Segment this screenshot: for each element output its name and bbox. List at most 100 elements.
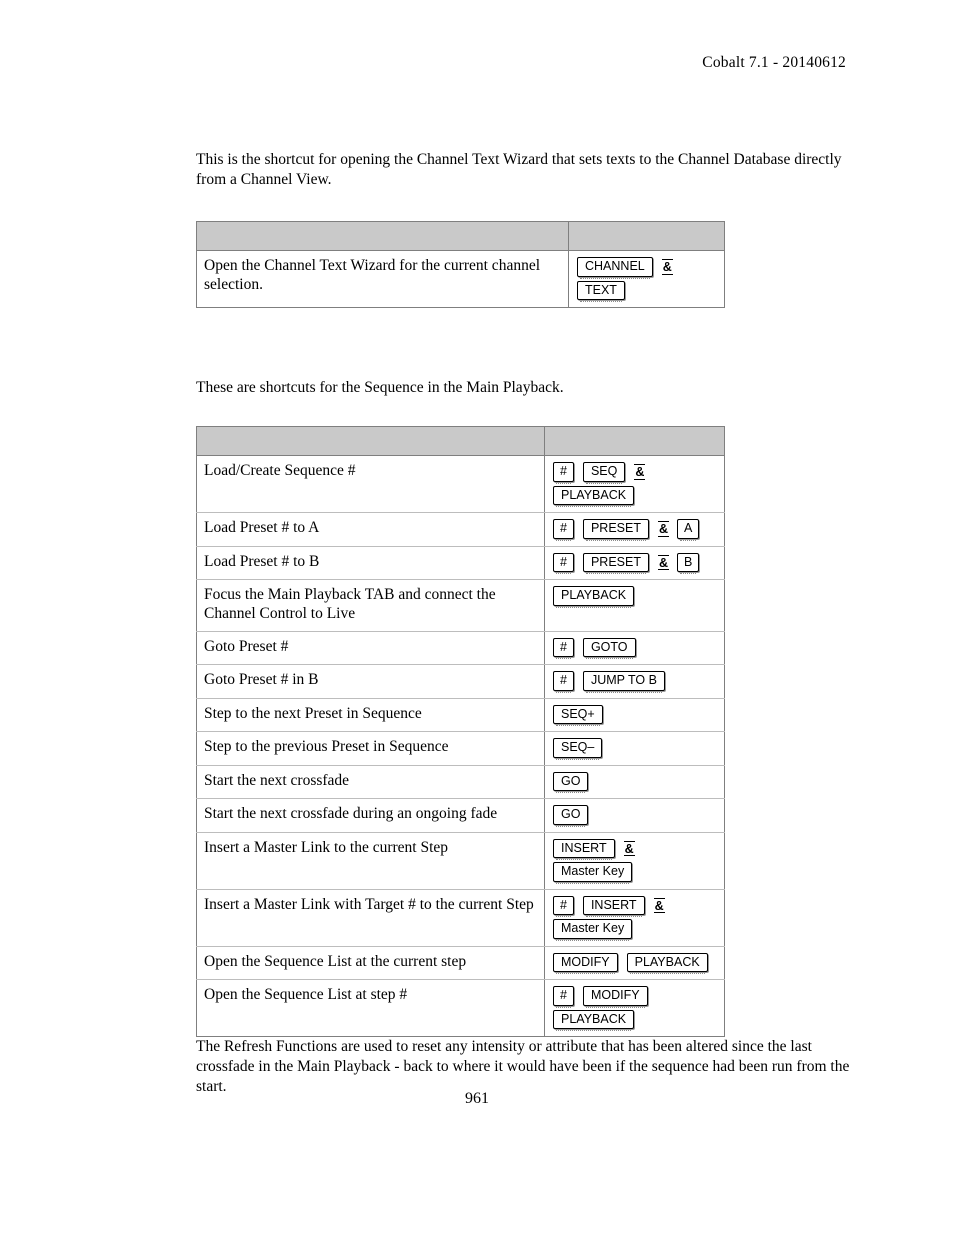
document-page: { "header": { "running_head": "Cobalt 7.…	[0, 0, 954, 1235]
table-row: Insert a Master Link to the current Step…	[196, 832, 725, 890]
table-row: Insert a Master Link with Target # to th…	[196, 889, 725, 947]
table-header-row	[196, 426, 725, 457]
key-combo-line: # INSERT &	[553, 895, 718, 917]
keycap[interactable]: PRESET	[582, 519, 649, 540]
keycap[interactable]: PLAYBACK	[553, 1009, 635, 1031]
keycap[interactable]: TEXT	[577, 280, 625, 302]
keycap[interactable]: SEQ	[582, 462, 626, 483]
table-row: Goto Preset # # GOTO	[196, 631, 725, 666]
keycap[interactable]: MODIFY	[553, 952, 618, 974]
shortcut-description: Focus the Main Playback TAB and connect …	[196, 579, 545, 632]
table-row: Load/Create Sequence # # SEQ & PLAYBACK	[196, 455, 725, 514]
sequence-table-body: Load/Create Sequence # # SEQ & PLAYBACK Load …	[196, 426, 725, 1037]
keycap[interactable]: PLAYBACK	[553, 586, 635, 607]
keycap[interactable]: A	[677, 519, 700, 540]
keycap[interactable]: PLAYBACK	[553, 485, 635, 507]
key-combo-line: TEXT	[577, 280, 718, 302]
table-header-cell	[544, 426, 725, 457]
key-combo-line: GO	[553, 771, 718, 793]
keycap[interactable]: SEQ+	[553, 704, 603, 726]
keycap[interactable]: B	[677, 552, 700, 574]
key-combo-line: # PRESET & B	[553, 552, 718, 574]
key-combo-and[interactable]: &	[634, 464, 646, 480]
shortcut-description: Insert a Master Link to the current Step	[196, 832, 545, 890]
table-header-cell	[196, 426, 545, 457]
key-combo-and[interactable]: &	[661, 259, 673, 275]
keycap[interactable]: SEQ–	[553, 738, 603, 760]
table-row: Start the next crossfade during an ongoi…	[196, 798, 725, 833]
key-combo-line: Master Key	[553, 919, 718, 941]
table-header-cell	[568, 221, 725, 252]
shortcut-description: Open the Sequence List at step #	[196, 979, 545, 1037]
keycap[interactable]: Master Key	[553, 919, 633, 941]
table-row: Load Preset # to B # PRESET & B	[196, 546, 725, 581]
keycap[interactable]: #	[553, 671, 574, 693]
key-combo-line: # GOTO	[553, 637, 718, 659]
keycap[interactable]: GOTO	[582, 637, 636, 659]
key-combo-and[interactable]: &	[653, 897, 665, 914]
keycap[interactable]: INSERT	[582, 895, 645, 917]
shortcut-description: Goto Preset #	[196, 631, 545, 666]
shortcut-keys: MODIFY PLAYBACK	[544, 946, 725, 981]
key-combo-line: CHANNEL &	[577, 257, 718, 279]
shortcut-keys: SEQ+	[544, 698, 725, 733]
keycap[interactable]: MODIFY	[582, 986, 648, 1008]
table-row: Open the Sequence List at the current st…	[196, 946, 725, 981]
shortcut-description: Start the next crossfade during an ongoi…	[196, 798, 545, 833]
keycap[interactable]: Master Key	[553, 862, 633, 884]
shortcut-keys: # SEQ & PLAYBACK	[544, 455, 725, 514]
key-combo-and[interactable]: &	[657, 554, 669, 571]
shortcut-description: Insert a Master Link with Target # to th…	[196, 889, 545, 947]
running-header: Cobalt 7.1 - 20140612	[702, 54, 846, 71]
channel-text-shortcut-table: Open the Channel Text Wizard for the cur…	[196, 221, 725, 309]
key-combo-line: GO	[553, 805, 718, 827]
keycap[interactable]: #	[553, 895, 574, 917]
key-combo-and[interactable]: &	[657, 521, 669, 537]
shortcut-keys: # INSERT & Master Key	[544, 889, 725, 947]
shortcut-keys: GO	[544, 798, 725, 833]
shortcut-keys: PLAYBACK	[544, 579, 725, 632]
keycap[interactable]: #	[553, 637, 574, 659]
channel-table-body: Open the Channel Text Wizard for the cur…	[196, 221, 725, 308]
table-row: Goto Preset # in B # JUMP TO B	[196, 664, 725, 699]
table-row: Step to the previous Preset in Sequence S…	[196, 731, 725, 766]
shortcut-keys: GO	[544, 765, 725, 800]
key-combo-line: MODIFY PLAYBACK	[553, 952, 718, 974]
keycap[interactable]: PRESET	[582, 552, 649, 574]
key-combo-and[interactable]: &	[623, 840, 635, 857]
table-row: Step to the next Preset in Sequence SEQ+	[196, 698, 725, 733]
intro-paragraph: This is the shortcut for opening the Cha…	[196, 151, 842, 188]
keycap[interactable]: CHANNEL	[577, 257, 653, 279]
shortcut-description: Load Preset # to B	[196, 546, 545, 581]
keycap[interactable]: #	[553, 552, 574, 574]
shortcut-description: Open the Channel Text Wizard for the cur…	[196, 250, 569, 308]
table-row: Load Preset # to A # PRESET & A	[196, 512, 725, 547]
shortcut-description: Step to the previous Preset in Sequence	[196, 731, 545, 766]
keycap[interactable]: PLAYBACK	[626, 952, 708, 974]
keycap[interactable]: GO	[553, 771, 589, 793]
shortcut-keys: # GOTO	[544, 631, 725, 666]
keycap[interactable]: JUMP TO B	[582, 671, 665, 693]
key-combo-line: # SEQ &	[553, 462, 718, 483]
keycap[interactable]: INSERT	[553, 838, 615, 860]
keycap[interactable]: #	[553, 519, 574, 540]
key-combo-line: INSERT &	[553, 838, 718, 860]
keycap[interactable]: GO	[553, 805, 589, 827]
refresh-paragraph: The Refresh Functions are used to reset …	[196, 1038, 850, 1095]
key-combo-line: # MODIFY	[553, 986, 718, 1008]
keycap[interactable]: #	[553, 462, 574, 483]
shortcut-description: Start the next crossfade	[196, 765, 545, 800]
shortcut-keys: # PRESET & B	[544, 546, 725, 581]
key-combo-line: # JUMP TO B	[553, 671, 718, 693]
table-header-row	[196, 221, 725, 252]
shortcut-keys: # JUMP TO B	[544, 664, 725, 699]
key-combo-line: PLAYBACK	[553, 1009, 718, 1031]
key-combo-line: # PRESET & A	[553, 519, 718, 540]
shortcut-keys: # PRESET & A	[544, 512, 725, 547]
shortcut-keys: INSERT & Master Key	[544, 832, 725, 890]
keycap[interactable]: #	[553, 986, 574, 1008]
table-row: Start the next crossfade GO	[196, 765, 725, 800]
page-number: 961	[465, 1090, 489, 1107]
shortcut-description: Open the Sequence List at the current st…	[196, 946, 545, 981]
sequence-shortcut-table: Load/Create Sequence # # SEQ & PLAYBACK Load …	[196, 426, 725, 1038]
